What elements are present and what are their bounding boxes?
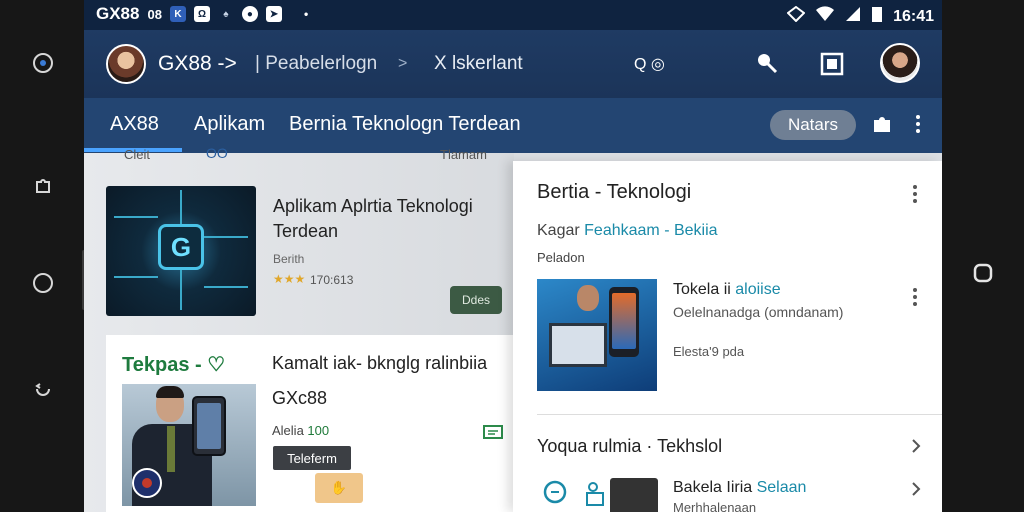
right-bezel [942,0,1024,512]
key-icon[interactable] [754,50,782,78]
app-bar: GX88 -> | Peabelerlogn > X lskerlant Q ◎ [84,30,942,98]
featured-subtitle: GXc88 [272,388,328,408]
rating-count: 170:613 [310,273,354,287]
row-thumbnail[interactable] [610,478,658,512]
brand-badge-icon [132,468,162,498]
carrier-extra: 08 [147,6,162,22]
status-bar: GX88 08 K Ω ♠ ● ➤ • 16:41 [84,0,942,30]
breadcrumb[interactable]: | Peabelerlogn [255,53,377,75]
battery-icon [871,5,883,28]
extension-icon[interactable] [870,112,894,136]
search-icon[interactable]: Q ◎ [634,54,674,74]
rating-stars: ★★★ [273,272,306,286]
breadcrumb-chevron-icon: > [398,55,408,72]
vpn-icon [786,5,806,27]
featured-photo[interactable] [122,384,256,506]
list-header: Cleit OO Tlamam [124,145,487,162]
app-notification-icon: K [169,6,186,22]
panel-item-subtitle: Oelelnanadga (omndanam) [673,304,844,320]
featured-brand: Tekpas - ♡ [122,354,226,376]
card-thumbnail-chip[interactable]: G [106,186,256,316]
panel-item-meta: Elesta'9 pda [673,344,745,359]
tab-aplikam[interactable]: Aplikam [194,113,265,136]
card-title[interactable]: Aplikam Aplrtia Teknologi Terdean [273,194,503,244]
card-action-button[interactable]: Ddes [450,286,502,314]
list-row-title[interactable]: Bakela Iiria Selaan [673,479,806,497]
heart-icon: ♡ [207,354,226,376]
home-circle-icon[interactable] [30,50,56,76]
chevron-right-icon[interactable] [910,480,922,498]
leaf-icon: ♠ [223,8,229,20]
panel-item-image[interactable] [537,279,657,391]
record-icon: ● [241,6,258,22]
chat-icon[interactable] [482,424,504,442]
left-nav-rail [0,0,84,512]
message-icon: Ω [193,6,210,22]
list-row[interactable]: Yoqua rulmia · Tekhslol [537,436,722,457]
app-logo-avatar[interactable] [106,44,146,84]
panel-label: Peladon [537,250,585,265]
circuit-chip-icon: G [158,224,204,270]
app-screen: GX88 08 K Ω ♠ ● ➤ • 16:41 GX88 -> | Peab… [84,0,942,512]
carrier-label: GX88 [96,4,140,23]
featured-title[interactable]: Kamalt iak- bknglg ralinbiia [272,353,487,374]
panel-title: Bertia - Teknologi [537,181,692,203]
item-more-icon[interactable] [910,286,920,308]
more-vert-icon[interactable] [910,112,934,136]
device-frame: GX88 08 K Ω ♠ ● ➤ • 16:41 GX88 -> | Peab… [0,0,1024,512]
breadcrumb-current[interactable]: X lskerlant [434,53,523,75]
natars-button[interactable]: Natars [770,110,856,140]
panel-subtitle: Kagar Feahkaam - Bekiia [537,222,718,239]
card-subtitle: Berith [273,252,305,266]
telegram-icon: ➤ [265,6,282,22]
clock-time: 16:41 [893,7,934,25]
hand-icon[interactable]: ✋ [315,473,363,503]
featured-meta: Alelia 100 [272,423,330,438]
chat-bubble-icon [541,479,569,507]
list-row-subtitle: Merhhalenaan [673,500,757,512]
rotate-icon[interactable] [30,376,56,402]
divider [537,414,942,415]
featured-tag-button[interactable]: Teleferm [273,446,351,470]
chevron-right-icon[interactable] [910,437,922,455]
app-title: GX88 -> [158,52,237,75]
signal-icon [845,6,861,27]
user-avatar[interactable] [880,43,920,83]
camera-icon [972,262,994,284]
tab-bernia[interactable]: Bernia Teknologn Terdean [289,113,521,136]
person-device-icon [581,479,609,507]
window-icon[interactable] [818,50,846,78]
panel-item-title[interactable]: Tokela ii aloiise [673,281,781,299]
circle-home-icon[interactable] [30,270,56,296]
tab-ax88[interactable]: AX88 [110,113,159,136]
panel-more-icon[interactable] [910,183,920,205]
wifi-icon [815,6,835,27]
puzzle-icon[interactable] [30,172,56,198]
dot-icon: • [303,7,309,21]
